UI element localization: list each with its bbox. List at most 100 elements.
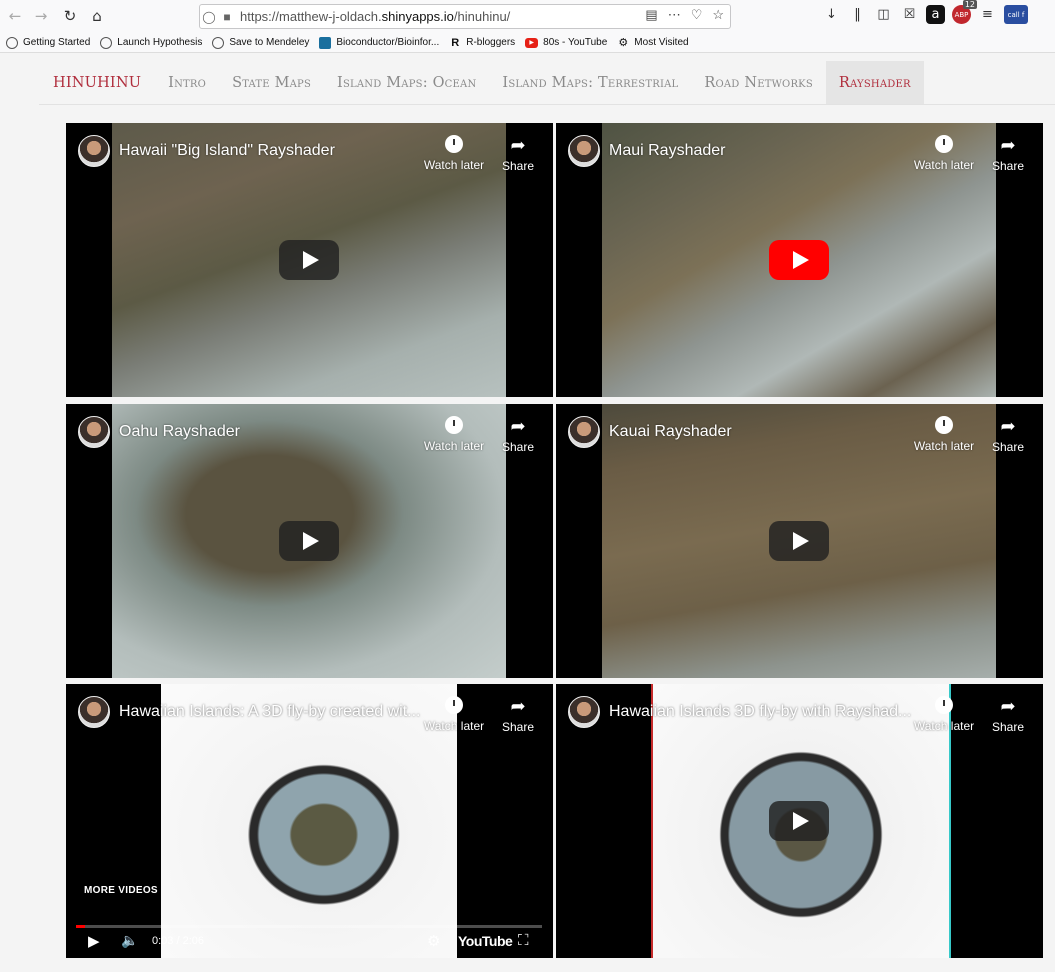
tab-state-maps[interactable]: State Maps [219, 61, 324, 104]
watch-later-button[interactable]: Watch later [422, 416, 486, 453]
share-label: Share [501, 720, 535, 734]
bookmark-getting-started[interactable]: Getting Started [6, 36, 91, 49]
lock-icon[interactable]: ■ [218, 10, 236, 24]
tab-island-maps-ocean[interactable]: Island Maps: Ocean [324, 61, 489, 104]
reload-icon[interactable]: ↻ [57, 3, 83, 29]
page-actions-icon[interactable]: ⋯ [668, 7, 681, 23]
video-title[interactable]: Kauai Rayshader [609, 423, 732, 441]
share-button[interactable]: ➦ Share [498, 416, 538, 454]
video-player-oahu[interactable]: Oahu Rayshader Watch later ➦ Share [66, 404, 553, 678]
reader-view-icon[interactable]: ▤ [645, 7, 657, 23]
settings-gear-icon[interactable]: ⚙ [427, 932, 440, 950]
app-navbar: HINUHINU Intro State Maps Island Maps: O… [39, 61, 1055, 105]
share-icon: ➦ [1000, 416, 1016, 436]
more-videos-button[interactable]: MORE VIDEOS [84, 885, 158, 896]
video-title[interactable]: Hawaiian Islands: A 3D fly-by created wi… [119, 703, 420, 721]
watch-later-button[interactable]: Watch later [912, 135, 976, 172]
download-icon[interactable]: ↓ [822, 5, 841, 24]
watch-later-label: Watch later [423, 439, 485, 453]
video-title[interactable]: Oahu Rayshader [119, 423, 240, 441]
volume-icon[interactable]: 🔈 [121, 932, 138, 949]
clock-icon [935, 696, 953, 714]
bookmark-save-to-mendeley[interactable]: Save to Mendeley [212, 36, 310, 49]
home-icon[interactable]: ⌂ [84, 3, 110, 29]
bookmark-r-bloggers[interactable]: R R-bloggers [449, 37, 515, 49]
watch-later-button[interactable]: Watch later [912, 696, 976, 733]
channel-avatar[interactable] [568, 135, 600, 167]
watch-later-button[interactable]: Watch later [422, 696, 486, 733]
play-button[interactable] [769, 240, 829, 280]
video-title[interactable]: Hawaii "Big Island" Rayshader [119, 142, 335, 160]
video-player-3d-flyby[interactable]: Hawaiian Islands: A 3D fly-by created wi… [66, 684, 553, 958]
play-icon [793, 251, 809, 269]
share-button[interactable]: ➦ Share [498, 696, 538, 734]
play-button[interactable] [279, 240, 339, 280]
clock-icon [445, 135, 463, 153]
channel-avatar[interactable] [568, 696, 600, 728]
url-domain: shinyapps.io [381, 9, 454, 24]
channel-avatar[interactable] [78, 696, 110, 728]
youtube-logo[interactable]: YouTube [458, 933, 513, 949]
globe-icon [6, 36, 18, 49]
watch-later-label: Watch later [913, 719, 975, 733]
bookmark-80s-youtube[interactable]: ▶ 80s - YouTube [525, 37, 607, 48]
extension-icon[interactable]: a [926, 5, 945, 24]
watch-later-button[interactable]: Watch later [422, 135, 486, 172]
fullscreen-icon[interactable]: ⛶ [518, 932, 529, 949]
bookmark-label: Bioconductor/Bioinfor... [336, 37, 440, 48]
video-title[interactable]: Maui Rayshader [609, 142, 726, 160]
play-icon [793, 532, 809, 550]
sidebar-icon[interactable]: ◫ [874, 5, 893, 24]
tab-rayshader[interactable]: Rayshader [825, 61, 924, 104]
back-icon[interactable]: ← [2, 3, 28, 29]
play-icon[interactable]: ▶ [88, 932, 100, 950]
bookmark-label: Getting Started [23, 37, 91, 48]
video-player-big-island[interactable]: Hawaii "Big Island" Rayshader Watch late… [66, 123, 553, 397]
url-bar[interactable]: ◯ ■ https://matthew-j-oldach.shinyapps.i… [199, 4, 731, 29]
channel-avatar[interactable] [568, 416, 600, 448]
video-player-maui[interactable]: Maui Rayshader Watch later ➦ Share [556, 123, 1043, 397]
call-extension-icon[interactable]: call f [1004, 5, 1028, 24]
play-icon [303, 532, 319, 550]
share-button[interactable]: ➦ Share [988, 696, 1028, 734]
play-button[interactable] [769, 521, 829, 561]
adblock-icon[interactable]: ABP 12 [952, 0, 977, 24]
channel-avatar[interactable] [78, 135, 110, 167]
video-title[interactable]: Hawaiian Islands 3D fly-by with Rayshad.… [609, 703, 911, 721]
bookmark-star-icon[interactable]: ☆ [712, 7, 724, 23]
share-button[interactable]: ➦ Share [498, 135, 538, 173]
share-button[interactable]: ➦ Share [988, 135, 1028, 173]
app-brand[interactable]: HINUHINU [39, 61, 155, 104]
library-icon[interactable]: ‖ [848, 5, 867, 24]
play-icon [303, 251, 319, 269]
pocket-icon[interactable]: ♡ [691, 7, 703, 23]
bookmark-most-visited[interactable]: ⚙ Most Visited [617, 37, 688, 49]
layers-icon[interactable]: ≡ [978, 5, 997, 24]
tab-road-networks[interactable]: Road Networks [691, 61, 826, 104]
shield-icon[interactable]: ◯ [200, 10, 218, 24]
share-label: Share [991, 720, 1025, 734]
progress-bar[interactable] [76, 925, 542, 928]
bookmark-launch-hypothesis[interactable]: Launch Hypothesis [100, 36, 202, 49]
watch-later-label: Watch later [913, 158, 975, 172]
watch-later-label: Watch later [423, 158, 485, 172]
url-path: /hinuhinu/ [453, 9, 511, 24]
url-prefix: https://matthew-j-oldach. [240, 9, 382, 24]
video-player-3d-flyby-rayshader[interactable]: Hawaiian Islands 3D fly-by with Rayshad.… [556, 684, 1043, 958]
share-button[interactable]: ➦ Share [988, 416, 1028, 454]
bookmark-label: Save to Mendeley [229, 37, 310, 48]
video-player-kauai[interactable]: Kauai Rayshader Watch later ➦ Share [556, 404, 1043, 678]
play-button[interactable] [769, 801, 829, 841]
crossout-extension-icon[interactable]: ☒ [900, 5, 919, 24]
forward-icon[interactable]: → [28, 3, 54, 29]
tab-intro[interactable]: Intro [155, 61, 219, 104]
r-icon: R [451, 36, 460, 49]
play-button[interactable] [279, 521, 339, 561]
time-display: 0:03 / 2:06 [152, 935, 204, 947]
url-text[interactable]: https://matthew-j-oldach.shinyapps.io/hi… [240, 9, 510, 24]
tab-island-maps-terrestrial[interactable]: Island Maps: Terrestrial [489, 61, 691, 104]
bookmark-bioconductor[interactable]: Bioconductor/Bioinfor... [319, 36, 440, 49]
bookmark-label: Most Visited [634, 37, 689, 48]
channel-avatar[interactable] [78, 416, 110, 448]
watch-later-button[interactable]: Watch later [912, 416, 976, 453]
